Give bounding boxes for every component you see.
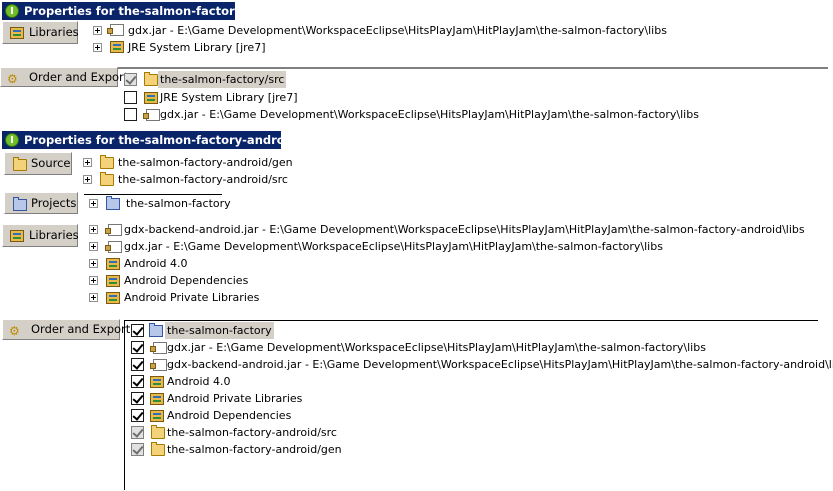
order-entry-label: Android Private Libraries (167, 392, 303, 405)
source-entry-label: the-salmon-factory-android/src (118, 173, 288, 186)
jar-icon (143, 109, 160, 121)
library-entry-label: gdx.jar - E:\Game Development\WorkspaceE… (128, 24, 667, 37)
library-icon (150, 410, 164, 422)
tab-projects[interactable]: Projects (4, 192, 78, 214)
order-checkbox[interactable] (131, 409, 144, 422)
expand-icon[interactable] (83, 175, 92, 184)
project-icon (149, 323, 163, 337)
jar-icon (150, 342, 167, 354)
jar-icon (105, 224, 122, 236)
tab-source-label: Source (31, 156, 71, 170)
expand-icon[interactable] (93, 43, 102, 52)
jar-icon (105, 241, 122, 253)
project-icon (106, 196, 120, 210)
order-entry-label: gdx-backend-android.jar - E:\Game Develo… (167, 358, 833, 371)
eclipse-properties-icon (5, 4, 19, 18)
library-entry-label: Android 4.0 (124, 257, 188, 270)
divider (118, 67, 828, 70)
library-icon (106, 258, 120, 270)
expand-icon[interactable] (93, 26, 102, 35)
order-checkbox[interactable] (131, 443, 144, 456)
tab-libraries[interactable]: Libraries (2, 21, 79, 44)
library-icon (150, 393, 164, 405)
folder-icon (100, 172, 114, 186)
folder-icon (151, 442, 165, 456)
library-icon (106, 275, 120, 287)
tab-libraries-label: Libraries (29, 25, 79, 39)
expand-icon[interactable] (89, 293, 98, 302)
order-entry-label: the-salmon-factory-android/src (167, 426, 337, 439)
order-checkbox[interactable] (124, 73, 137, 86)
order-checkbox[interactable] (131, 358, 144, 371)
order-entry-label: the-salmon-factory/src (158, 71, 287, 88)
properties-title-bar: Properties for the-salmon-factory (2, 2, 242, 20)
folder-icon (144, 72, 158, 86)
order-entry-label: the-salmon-factory-android/gen (167, 443, 342, 456)
list-border (124, 320, 125, 490)
tab-libraries-label: Libraries (29, 228, 79, 242)
expand-icon[interactable] (89, 276, 98, 285)
source-entry-label: the-salmon-factory-android/gen (118, 156, 293, 169)
sort-icon: ⚙ (7, 72, 18, 86)
tab-order-label: Order and Export (31, 322, 131, 336)
order-entry-label: gdx.jar - E:\Game Development\WorkspaceE… (167, 341, 706, 354)
expand-icon[interactable] (89, 199, 98, 208)
tab-libraries[interactable]: Libraries (2, 224, 79, 247)
tab-order-and-export[interactable]: ⚙ Order and Export (2, 319, 130, 340)
order-entry-label: the-salmon-factory (165, 322, 274, 339)
project-entry-label: the-salmon-factory (126, 197, 231, 210)
expand-icon[interactable] (83, 158, 92, 167)
folder-icon (13, 157, 27, 171)
library-icon (144, 92, 158, 104)
order-entry-label: Android Dependencies (167, 409, 292, 422)
folder-icon (151, 425, 165, 439)
expand-icon[interactable] (89, 225, 98, 234)
order-checkbox[interactable] (131, 375, 144, 388)
library-icon (106, 292, 120, 304)
order-entry-label: Android 4.0 (167, 375, 231, 388)
order-checkbox[interactable] (124, 91, 137, 104)
properties-title-bar: Properties for the-salmon-factory-androi… (2, 131, 297, 149)
order-checkbox[interactable] (131, 341, 144, 354)
library-entry-label: gdx.jar - E:\Game Development\WorkspaceE… (124, 240, 663, 253)
jar-icon (150, 359, 167, 371)
order-checkbox[interactable] (131, 426, 144, 439)
library-icon (10, 230, 24, 242)
library-entry-label: Android Dependencies (124, 274, 249, 287)
library-icon (110, 41, 124, 53)
library-entry-label: gdx-backend-android.jar - E:\Game Develo… (124, 223, 805, 236)
sort-icon: ⚙ (9, 324, 20, 338)
properties-title: Properties for the-salmon-factory-androi… (24, 133, 297, 147)
library-icon (150, 376, 164, 388)
tab-source[interactable]: Source (4, 152, 72, 175)
properties-title: Properties for the-salmon-factory (24, 4, 243, 18)
expand-icon[interactable] (89, 242, 98, 251)
library-icon (10, 27, 24, 39)
order-checkbox[interactable] (131, 392, 144, 405)
folder-icon (100, 155, 114, 169)
tab-projects-label: Projects (31, 196, 77, 210)
eclipse-properties-icon (5, 133, 19, 147)
library-entry-label: JRE System Library [jre7] (128, 41, 266, 54)
project-icon (13, 197, 27, 211)
order-checkbox[interactable] (124, 108, 137, 121)
tab-order-label: Order and Export (29, 70, 129, 84)
order-entry-label: JRE System Library [jre7] (160, 91, 298, 104)
library-entry-label: Android Private Libraries (124, 291, 260, 304)
order-checkbox[interactable] (131, 324, 144, 337)
order-entry-label: gdx.jar - E:\Game Development\WorkspaceE… (160, 108, 699, 121)
jar-icon (107, 24, 124, 36)
divider (124, 320, 818, 321)
tab-order-and-export[interactable]: ⚙ Order and Export (0, 67, 128, 87)
expand-icon[interactable] (89, 259, 98, 268)
